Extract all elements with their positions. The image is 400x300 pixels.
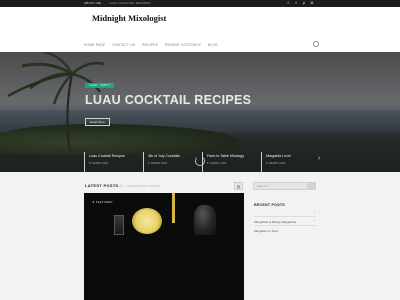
recent-post-item[interactable]: Margaritas & Mango Margaritas › [254, 210, 316, 224]
grid-view-icon[interactable]: ▦ [234, 182, 243, 190]
top-bar: ABOUT ME LUAU COCKTAIL RECIPES f t p ◘ [0, 0, 400, 7]
category-badge[interactable]: LUAU · PARTY [85, 83, 115, 88]
facebook-icon[interactable]: f [286, 1, 290, 5]
post-image-glass [114, 215, 124, 235]
post-category-label[interactable]: ★ FEATURED [92, 200, 113, 204]
latest-posts-heading: LATEST POSTS [85, 183, 119, 188]
featured-post-image[interactable]: ★ FEATURED [84, 193, 244, 300]
search-input[interactable]: Search ... [257, 184, 270, 188]
post-image-lemon [132, 208, 162, 234]
slider-item[interactable]: 4th of July Cocktails 5 YEARS AGO [143, 152, 202, 172]
post-image-bottle [194, 205, 216, 235]
tagline-link[interactable]: LUAU COCKTAIL RECIPES [109, 1, 151, 5]
site-header: Midnight Mixologist HOME PAGE CONTACT US… [0, 7, 400, 52]
slider-item-title: 4th of July Cocktails [148, 154, 180, 158]
site-logo[interactable]: Midnight Mixologist [92, 13, 166, 23]
slider-item-date: 5 YEARS AGO [207, 162, 227, 165]
nav-item-pairing[interactable]: PAIRING COCKTAILS [165, 43, 201, 47]
instagram-icon[interactable]: ◘ [310, 1, 314, 5]
recent-post-item[interactable]: Margarita vs Tonic › [254, 219, 316, 233]
slider-item-title: Luau Cocktail Recipes [89, 154, 125, 158]
slider-item-title: Margarita Love! [266, 154, 291, 158]
sidebar-search[interactable]: Search ... [253, 182, 316, 190]
slider-item[interactable]: Farm to Table Mixology 5 YEARS AGO [202, 152, 261, 172]
search-button[interactable] [307, 183, 315, 190]
hero-title[interactable]: LUAU COCKTAIL RECIPES [85, 93, 251, 107]
pinterest-icon[interactable]: p [302, 1, 306, 5]
slider-item[interactable]: Luau Cocktail Recipes 5 YEARS AGO [84, 152, 143, 172]
chevron-right-icon: › [313, 219, 315, 223]
slider-item-date: 5 YEARS AGO [266, 162, 286, 165]
recent-post-title: Margarita vs Tonic [254, 229, 279, 233]
slider-item-title: Farm to Table Mixology [207, 154, 245, 158]
main-nav: HOME PAGE CONTACT US RECIPES PAIRING COC… [84, 43, 218, 47]
read-more-button[interactable]: Read More [85, 118, 110, 126]
nav-item-home[interactable]: HOME PAGE [84, 43, 105, 47]
about-link[interactable]: ABOUT ME [84, 1, 101, 5]
latest-posts-subtitle: LUAU · QUENCHING SOUND [115, 184, 161, 188]
twitter-icon[interactable]: t [294, 1, 298, 5]
search-icon[interactable] [313, 41, 319, 47]
chevron-right-icon[interactable]: › [318, 155, 320, 162]
recent-posts-heading: RECENT POSTS [254, 203, 285, 207]
nav-item-blog[interactable]: BLOG [208, 43, 218, 47]
nav-item-contact[interactable]: CONTACT US [112, 43, 135, 47]
nav-item-recipes[interactable]: RECIPES [142, 43, 158, 47]
featured-posts-slider: Luau Cocktail Recipes 5 YEARS AGO 4th of… [84, 152, 320, 172]
slider-item-date: 5 YEARS AGO [89, 162, 109, 165]
slider-item[interactable]: Margarita Love! 5 YEARS AGO [261, 152, 320, 172]
social-links: f t p ◘ [286, 1, 314, 5]
slider-item-date: 5 YEARS AGO [148, 162, 168, 165]
chevron-right-icon: › [313, 210, 315, 214]
post-image-straw [172, 193, 175, 223]
